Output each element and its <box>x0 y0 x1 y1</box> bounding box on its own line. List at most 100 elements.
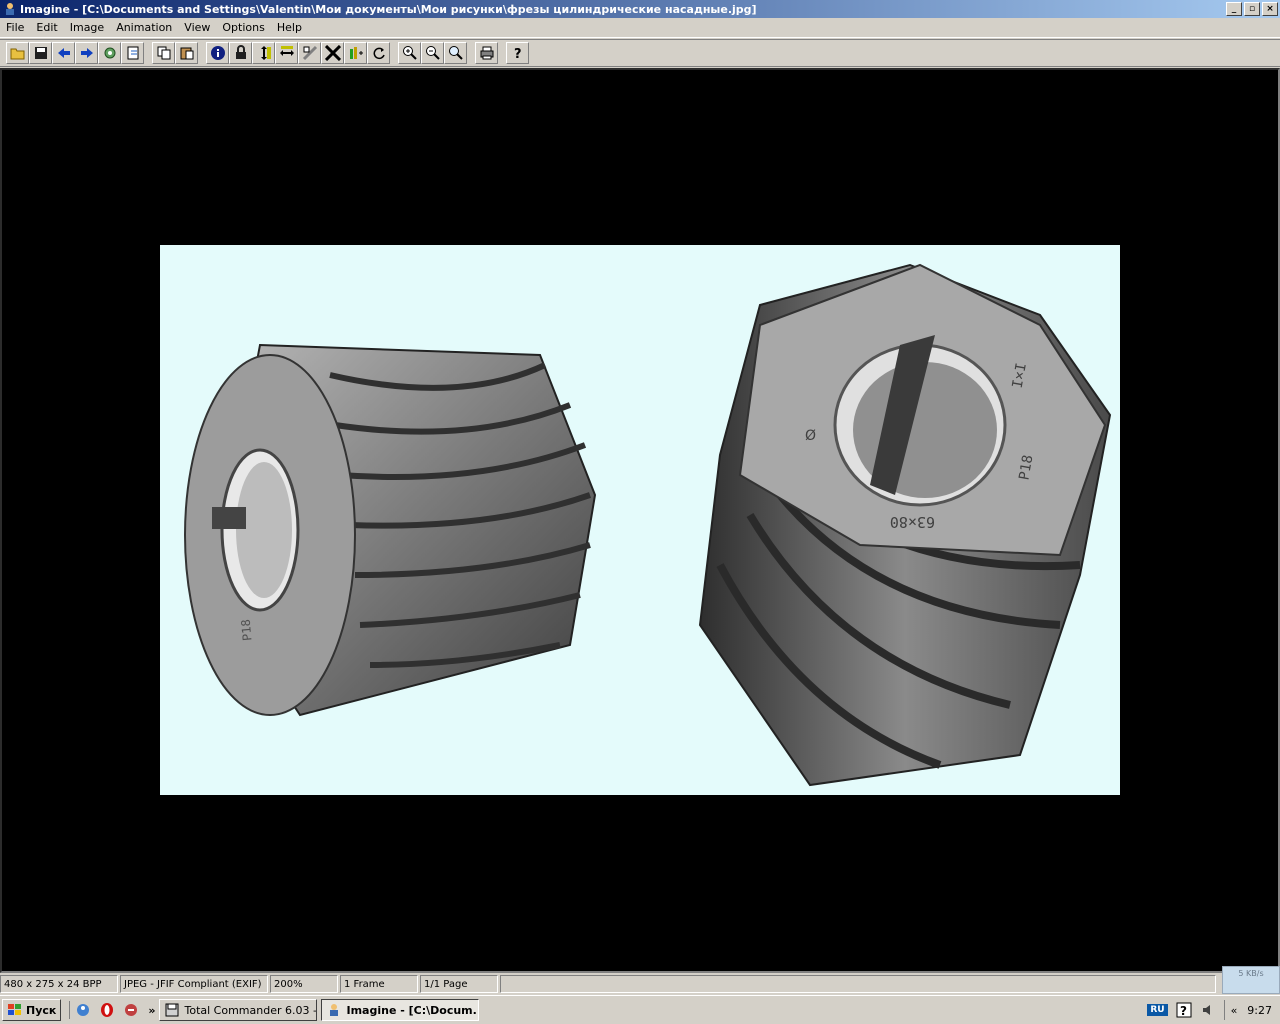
minimize-button[interactable]: _ <box>1226 2 1242 16</box>
clock: 9:27 <box>1247 1003 1272 1017</box>
right-cutter: 63×80 P18 I×I Ø <box>698 263 1112 787</box>
volume-tray[interactable] <box>1200 1002 1216 1018</box>
windows-logo-icon <box>8 1004 21 1015</box>
forward-arrow-icon <box>80 48 93 58</box>
toolbar-group-zoom <box>398 42 467 64</box>
left-cutter <box>184 343 597 717</box>
print-icon <box>480 46 493 60</box>
toolbar-group-image <box>206 42 390 64</box>
svg-text:?: ? <box>1180 1004 1187 1018</box>
floppy-icon <box>165 1003 179 1017</box>
title-bar[interactable]: Imagine - [C:\Documents and Settings\Val… <box>0 0 1280 18</box>
restore-button[interactable]: ▫ <box>1244 2 1260 16</box>
app-shortcut-icon <box>125 1004 138 1016</box>
tray-expand-arrows[interactable]: « <box>1231 1004 1238 1017</box>
menu-file[interactable]: File <box>0 21 30 34</box>
zoom-fit-button[interactable] <box>444 42 467 64</box>
cutter-logo-stamp: Ø <box>805 428 816 444</box>
zoom-in-button[interactable] <box>398 42 421 64</box>
language-indicator[interactable]: RU <box>1147 1004 1168 1016</box>
save-button[interactable] <box>29 42 52 64</box>
imagine-task-icon <box>330 1004 339 1016</box>
zoom-out-button[interactable] <box>421 42 444 64</box>
menu-animation[interactable]: Animation <box>110 21 178 34</box>
levels-button[interactable] <box>344 42 367 64</box>
milling-cutters-photo: 63×80 P18 I×I Ø P18 <box>184 263 1112 787</box>
status-empty <box>500 975 1216 993</box>
menu-help[interactable]: Help <box>271 21 308 34</box>
close-button[interactable]: × <box>1262 2 1278 16</box>
back-button[interactable] <box>52 42 75 64</box>
fit-icon <box>324 45 341 61</box>
left-cutter-grade-stamp: P18 <box>239 619 255 642</box>
quicklaunch-chevron[interactable]: » <box>148 1004 155 1017</box>
resize-vertical-icon <box>260 46 271 60</box>
opera-launch[interactable] <box>98 1001 116 1019</box>
displayed-image: 63×80 P18 I×I Ø P18 <box>160 245 1120 795</box>
status-format: JPEG - JFIF Compliant (EXIF) <box>120 975 268 993</box>
status-frames: 1 Frame <box>340 975 418 993</box>
rotate-button[interactable] <box>367 42 390 64</box>
network-speed: 5 KB/s <box>1238 969 1264 978</box>
resize-vertical-button[interactable] <box>252 42 275 64</box>
resize-horizontal-button[interactable] <box>275 42 298 64</box>
tray-right: « 9:27 <box>1223 1000 1278 1020</box>
save-icon <box>34 47 47 59</box>
status-zoom: 200% <box>270 975 338 993</box>
window-title: Imagine - [C:\Documents and Settings\Val… <box>20 2 757 16</box>
help-button[interactable]: ? <box>506 42 529 64</box>
print-button[interactable] <box>475 42 498 64</box>
copy-button[interactable] <box>152 42 175 64</box>
zoom-out-icon <box>425 46 440 60</box>
app-launch[interactable] <box>122 1001 140 1019</box>
quick-launch: » <box>69 1001 155 1019</box>
crop-icon <box>302 45 317 61</box>
menu-image[interactable]: Image <box>64 21 110 34</box>
speaker-icon <box>1202 1005 1210 1015</box>
copy-icon <box>157 46 170 60</box>
imagine-app-icon <box>6 3 14 15</box>
info-button[interactable] <box>206 42 229 64</box>
start-button[interactable]: Пуск <box>2 999 62 1021</box>
lock-button[interactable] <box>229 42 252 64</box>
image-viewer[interactable]: 63×80 P18 I×I Ø P18 <box>0 68 1280 973</box>
network-meter: 5 KB/s <box>1222 966 1280 994</box>
toolbar-group-clipboard <box>152 42 198 64</box>
menu-view[interactable]: View <box>178 21 216 34</box>
menu-options[interactable]: Options <box>216 21 270 34</box>
export-button[interactable] <box>121 42 144 64</box>
help-tray[interactable]: ? <box>1176 1002 1192 1018</box>
messenger-icon <box>77 1004 90 1016</box>
zoom-fit-icon <box>448 46 463 60</box>
settings-button[interactable] <box>98 42 121 64</box>
levels-icon <box>349 47 363 59</box>
back-arrow-icon <box>57 48 70 58</box>
messenger-launch[interactable] <box>74 1001 92 1019</box>
info-icon <box>210 46 225 60</box>
help-icon: ? <box>514 47 522 61</box>
task-total-commander[interactable]: Total Commander 6.03 - ... <box>159 999 318 1021</box>
taskbar: Пуск » Total Commander 6.03 - ... Imagin… <box>0 995 1280 1024</box>
paste-icon <box>180 47 193 60</box>
crop-button[interactable] <box>298 42 321 64</box>
status-dimensions: 480 x 275 x 24 BPP <box>0 975 118 993</box>
fit-button[interactable] <box>321 42 344 64</box>
svg-text:?: ? <box>514 47 522 61</box>
rotate-icon <box>373 47 385 60</box>
toolbar: ? <box>0 39 1280 67</box>
help-tray-icon: ? <box>1176 1002 1192 1018</box>
status-bar: 480 x 275 x 24 BPP JPEG - JFIF Compliant… <box>0 974 1280 994</box>
paste-button[interactable] <box>175 42 198 64</box>
settings-icon <box>104 47 115 59</box>
window-controls: _ ▫ × <box>1226 2 1278 16</box>
menu-edit[interactable]: Edit <box>30 21 63 34</box>
task-label: Imagine - [C:\Docum... <box>346 1003 480 1017</box>
forward-button[interactable] <box>75 42 98 64</box>
lock-icon <box>235 45 246 59</box>
task-imagine[interactable]: Imagine - [C:\Docum... <box>321 999 480 1021</box>
start-label: Пуск <box>26 1003 57 1017</box>
zoom-in-icon <box>402 46 417 60</box>
status-page: 1/1 Page <box>420 975 498 993</box>
open-button[interactable] <box>6 42 29 64</box>
toolbar-group-help: ? <box>506 42 529 64</box>
